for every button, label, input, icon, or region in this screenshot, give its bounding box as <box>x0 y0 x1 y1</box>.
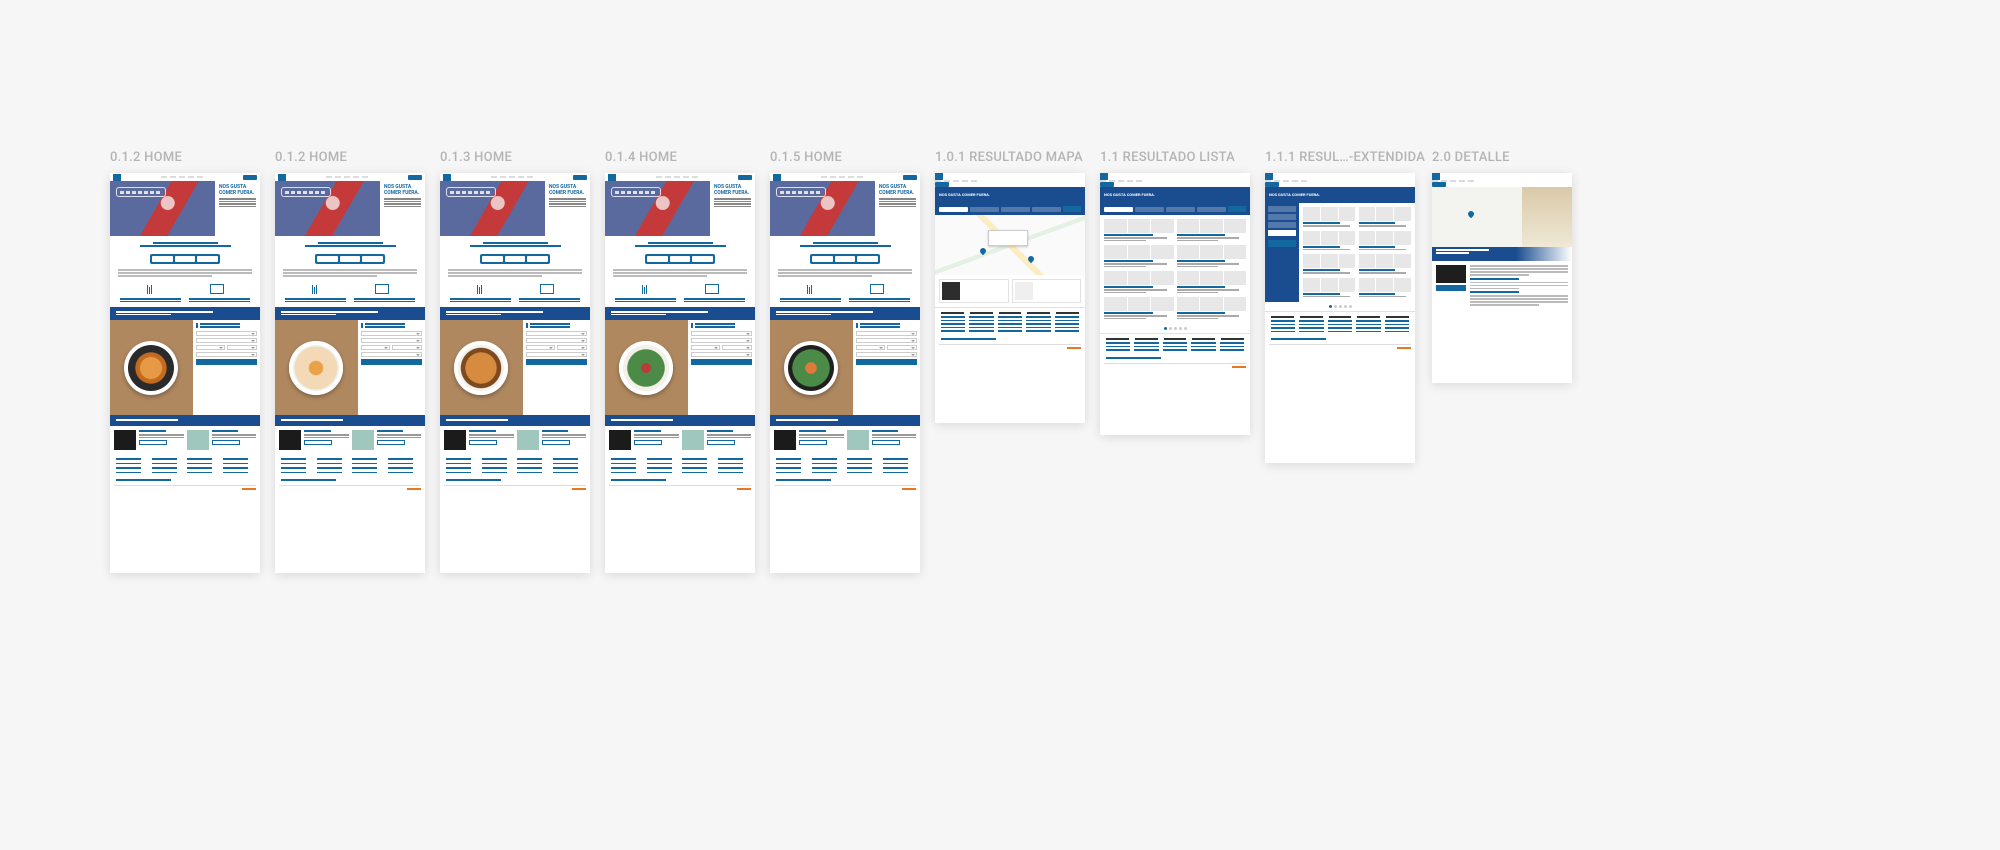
search-button[interactable] <box>361 359 423 365</box>
result-card[interactable] <box>1359 231 1412 252</box>
cuisine-band <box>110 307 260 320</box>
hero-search[interactable] <box>150 254 220 264</box>
filter-sidebar <box>1265 203 1299 302</box>
login-button[interactable] <box>408 175 422 180</box>
map-pin-icon[interactable] <box>1027 255 1035 263</box>
artboard-label: 1.1.1 RESUL…-EXTENDIDA <box>1265 150 1425 165</box>
field-time[interactable] <box>227 345 257 350</box>
artboard-label: 0.1.5 HOME <box>770 150 920 165</box>
apply-button[interactable] <box>1268 240 1296 247</box>
result-card[interactable] <box>1177 271 1247 294</box>
pagination[interactable] <box>1100 324 1250 333</box>
hero-tagline <box>110 236 260 251</box>
artboard-label: 0.1.3 HOME <box>440 150 590 165</box>
filter-bar <box>935 203 1085 215</box>
restaurant-thumb <box>114 430 136 450</box>
detail-photo <box>1522 187 1572 247</box>
cutlery-icon <box>147 284 161 294</box>
hero-script-logo <box>116 187 166 197</box>
reserve-button[interactable] <box>1436 285 1466 291</box>
pagination[interactable] <box>1265 302 1415 311</box>
result-card[interactable] <box>1303 254 1356 275</box>
map-pin-icon[interactable] <box>979 247 987 255</box>
result-card[interactable] <box>1104 297 1174 320</box>
apply-button[interactable] <box>1063 206 1081 212</box>
card-icon <box>210 284 224 294</box>
result-card[interactable] <box>1359 207 1412 228</box>
detail-description <box>1470 265 1568 307</box>
logo-icon <box>113 174 121 181</box>
result-card[interactable] <box>1104 219 1174 242</box>
hero: NOS GUSTA COMER FUERA. <box>110 181 260 236</box>
reserve-button[interactable] <box>212 440 240 445</box>
reserve-button[interactable] <box>139 440 167 445</box>
cutlery-icon <box>312 284 326 294</box>
filter-pill[interactable] <box>1032 207 1061 212</box>
artboard-home-4[interactable]: NOS GUSTA COMER FUERA. <box>605 173 755 573</box>
login-button[interactable] <box>243 175 257 180</box>
field-date[interactable] <box>196 345 226 350</box>
result-card[interactable] <box>1104 271 1174 294</box>
filter-pill[interactable] <box>939 207 968 212</box>
result-card[interactable] <box>1177 219 1247 242</box>
hero-title: NOS GUSTA COMER FUERA. <box>219 185 256 196</box>
restaurant-name <box>139 430 166 432</box>
footer <box>935 307 1085 336</box>
search-button[interactable] <box>196 359 258 365</box>
artboard-label: 1.1 RESULTADO LISTA <box>1100 150 1250 165</box>
artboard-label: 0.1.2 HOME <box>110 150 260 165</box>
restaurant-logo <box>1436 265 1466 283</box>
artboard-home-2[interactable]: NOS GUSTA COMER FUERA. <box>275 173 425 573</box>
field-cuisine[interactable] <box>196 338 258 343</box>
restaurant-name <box>212 430 239 432</box>
artboard-result-ext[interactable]: NOS GUSTA COMER FUERA. <box>1265 173 1415 463</box>
artboard-home-5[interactable]: NOS GUSTA COMER FUERA. <box>770 173 920 573</box>
artboard-label: 1.0.1 RESULTADO MAPA <box>935 150 1085 165</box>
result-card[interactable] <box>1177 297 1247 320</box>
intro-text <box>110 269 260 278</box>
detail-map[interactable] <box>1432 187 1522 247</box>
map[interactable] <box>935 215 1085 275</box>
result-card[interactable] <box>939 279 1009 303</box>
result-card[interactable] <box>1359 278 1412 299</box>
field-people[interactable] <box>196 352 258 357</box>
map-popup[interactable] <box>988 230 1028 246</box>
value-props <box>110 278 260 298</box>
filter-pill[interactable] <box>970 207 999 212</box>
footer-links <box>110 454 260 477</box>
artboard-detail[interactable] <box>1432 173 1572 383</box>
amex-band <box>110 415 260 426</box>
topbar <box>110 173 260 181</box>
artboard-home-1[interactable]: NOS GUSTA COMER FUERA. <box>110 173 260 573</box>
result-card[interactable] <box>1104 245 1174 268</box>
artboard-label: 0.1.2 HOME <box>275 150 425 165</box>
result-card[interactable] <box>1359 254 1412 275</box>
dish-photo <box>110 320 193 415</box>
result-card[interactable] <box>1303 278 1356 299</box>
artboard-label: 2.0 DETALLE <box>1432 150 1572 165</box>
filter-pill[interactable] <box>1001 207 1030 212</box>
artboard-home-3[interactable]: NOS GUSTA COMER FUERA. <box>440 173 590 573</box>
result-card[interactable] <box>1303 207 1356 228</box>
result-card[interactable] <box>1012 279 1082 303</box>
artboard-result-list[interactable]: NOS GUSTA COMER FUERA. <box>1100 173 1250 435</box>
topnav <box>161 176 203 178</box>
result-card[interactable] <box>1303 231 1356 252</box>
card-icon <box>375 284 389 294</box>
hero-search[interactable] <box>315 254 385 264</box>
artboard-result-map[interactable]: NOS GUSTA COMER FUERA. <box>935 173 1085 423</box>
result-card[interactable] <box>1177 245 1247 268</box>
footer-legal <box>114 485 256 491</box>
design-canvas[interactable]: 0.1.2 HOME NOS GUSTA COMER FUERA. <box>0 0 2000 850</box>
footer-brand <box>110 477 260 483</box>
artboard-label: 0.1.4 HOME <box>605 150 755 165</box>
restaurant-thumb <box>187 430 209 450</box>
detail-hero <box>1432 187 1572 247</box>
result-hero: NOS GUSTA COMER FUERA. <box>935 187 1085 203</box>
detail-title-band <box>1432 247 1572 261</box>
field-location[interactable] <box>196 331 258 336</box>
dish-search-panel <box>193 320 261 415</box>
